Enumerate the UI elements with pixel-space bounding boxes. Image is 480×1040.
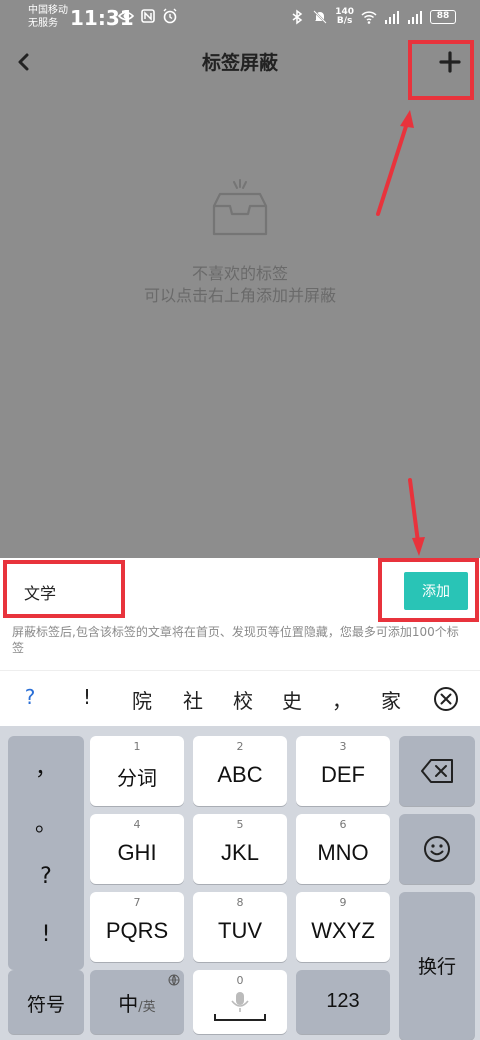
service-status: 无服务 <box>28 18 58 29</box>
status-bar: 中国移动 无服务 11:31 140 B/s 88 <box>0 0 480 36</box>
punct-key-0[interactable]: ， <box>8 750 84 782</box>
carrier-info: 中国移动 无服务 <box>28 4 68 30</box>
microphone-space-icon <box>214 992 266 1021</box>
key-7[interactable]: 7 PQRS <box>90 892 184 962</box>
lang-main: 中 <box>118 992 139 1016</box>
key-6[interactable]: 6 MNO <box>296 814 390 884</box>
candidate-bar: ? ! 院 社 校 史 ， 家 <box>0 670 480 726</box>
lang-sub: /英 <box>138 1000 156 1015</box>
net-speed: 140 B/s <box>335 7 354 26</box>
empty-state-line1: 不喜欢的标签 <box>191 264 288 283</box>
candidate-1[interactable]: ! <box>75 685 99 709</box>
space-key[interactable]: 0 <box>193 970 287 1034</box>
key-9[interactable]: 9 WXYZ <box>296 892 390 962</box>
candidate-4[interactable]: 校 <box>231 685 255 714</box>
eye-icon <box>118 11 134 21</box>
key-4[interactable]: 4 GHI <box>90 814 184 884</box>
key-1[interactable]: 1 分词 <box>90 736 184 806</box>
punct-key-1[interactable]: 。 <box>8 806 84 838</box>
wifi-icon <box>361 11 377 24</box>
punct-key-3[interactable]: ! <box>8 922 84 947</box>
emoji-key[interactable] <box>399 814 475 884</box>
close-candidates-icon[interactable] <box>432 685 460 713</box>
backspace-icon <box>421 759 453 783</box>
annotation-box-plus <box>408 40 474 100</box>
keyboard: ， 。 ? ! 1 分词 2 ABC 3 DEF 4 GHI 5 JKL 6 M… <box>0 726 480 1040</box>
numbers-key[interactable]: 123 <box>296 970 390 1034</box>
key-8[interactable]: 8 TUV <box>193 892 287 962</box>
hint-text: 屏蔽标签后,包含该标签的文章将在首页、发现页等位置隐藏，您最多可添加100个标签 <box>12 625 459 655</box>
carrier-name: 中国移动 <box>28 5 68 16</box>
punctuation-column: ， 。 ? ! <box>8 736 84 970</box>
signal-icon <box>385 11 399 24</box>
mute-bell-icon <box>313 10 327 24</box>
candidate-3[interactable]: 社 <box>181 685 205 714</box>
annotation-box-input <box>3 560 125 618</box>
key-3[interactable]: 3 DEF <box>296 736 390 806</box>
alarm-icon <box>163 8 177 24</box>
backspace-key[interactable] <box>399 736 475 806</box>
globe-icon <box>168 974 180 986</box>
bluetooth-icon <box>292 9 303 25</box>
annotation-arrow-up <box>376 110 414 216</box>
candidate-6[interactable]: ， <box>330 685 354 714</box>
key-2[interactable]: 2 ABC <box>193 736 287 806</box>
key-5[interactable]: 5 JKL <box>193 814 287 884</box>
nfc-icon <box>141 9 155 23</box>
signal-icon-2 <box>408 11 422 24</box>
empty-state-message: 不喜欢的标签 可以点击右上角添加并屏蔽 <box>0 263 480 307</box>
language-switch-key[interactable]: 中/英 <box>90 970 184 1034</box>
candidate-5[interactable]: 史 <box>280 685 304 714</box>
battery-indicator: 88 <box>430 10 456 24</box>
enter-key[interactable]: 换行 <box>399 892 475 1040</box>
symbols-key[interactable]: 符号 <box>8 970 84 1034</box>
empty-tray-icon <box>212 179 268 236</box>
empty-state-line2: 可以点击右上角添加并屏蔽 <box>143 286 336 305</box>
candidate-7[interactable]: 家 <box>379 685 403 714</box>
annotation-box-add <box>378 558 479 622</box>
smiley-icon <box>424 836 450 862</box>
candidate-2[interactable]: 院 <box>130 685 154 714</box>
annotation-arrow-down <box>408 478 425 556</box>
punct-key-2[interactable]: ? <box>8 864 84 889</box>
candidate-0[interactable]: ? <box>18 685 42 709</box>
